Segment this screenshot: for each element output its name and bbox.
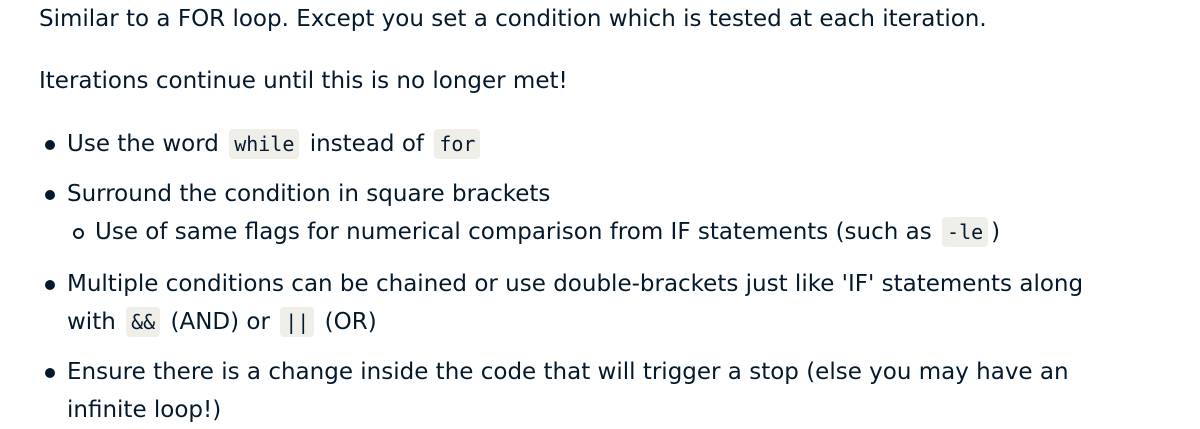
bullet-text: with <box>67 309 116 335</box>
bullet-text: Multiple conditions can be chained or us… <box>67 271 1084 297</box>
bullet-line: Use the word while instead of for <box>67 125 483 163</box>
bullet-text: (AND) or <box>170 309 270 335</box>
bullet-text-2: infinite loop!) <box>67 397 222 423</box>
bullet-text: Surround the condition in square bracket… <box>67 181 551 207</box>
bullet-line-2: with && (AND) or || (OR) <box>67 303 377 341</box>
bullet-text: Ensure there is a change inside the code… <box>67 359 1069 385</box>
sub-bullet-text: Use of same flags for numerical comparis… <box>95 219 932 245</box>
bullet-dot-icon <box>45 140 55 150</box>
bullet-text: instead of <box>309 131 425 157</box>
bullet-text: Use the word <box>67 131 219 157</box>
code-for: for <box>434 129 481 159</box>
code-and: && <box>126 307 161 337</box>
intro-paragraph-1: Similar to a FOR loop. Except you set a … <box>39 6 987 32</box>
bullet-dot-icon <box>45 280 55 290</box>
code-or: || <box>280 307 315 337</box>
bullet-dot-icon <box>45 368 55 378</box>
code-le: -le <box>942 217 989 247</box>
code-while: while <box>229 129 300 159</box>
bullet-dot-icon <box>45 190 55 200</box>
sub-bullet-text-end: ) <box>991 219 1001 245</box>
sub-bullet-line: Use of same flags for numerical comparis… <box>95 213 1000 251</box>
intro-paragraph-2: Iterations continue until this is no lon… <box>39 68 568 94</box>
sub-bullet-circle-icon <box>73 228 84 239</box>
bullet-text: (OR) <box>324 309 377 335</box>
